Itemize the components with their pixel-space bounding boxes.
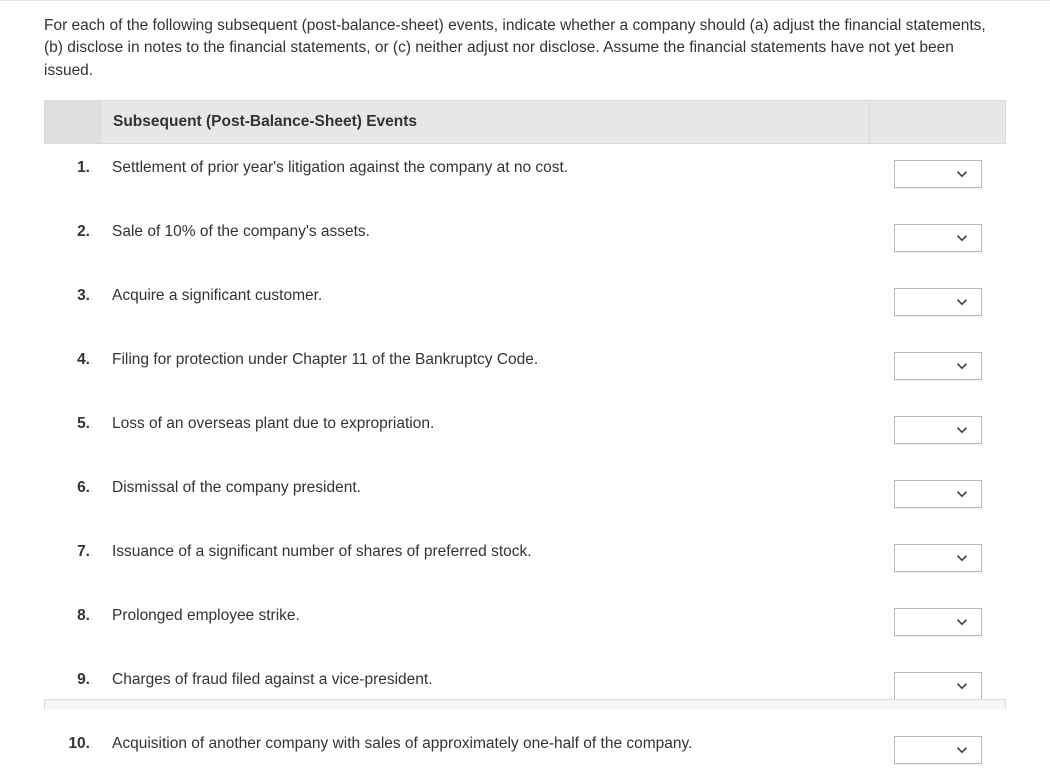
header-answer-spacer bbox=[869, 101, 1005, 143]
table-row: 7. Issuance of a significant number of s… bbox=[44, 528, 1006, 592]
row-control bbox=[870, 284, 1006, 316]
table-row: 5. Loss of an overseas plant due to expr… bbox=[44, 400, 1006, 464]
chevron-down-icon bbox=[953, 293, 971, 311]
header-spacer bbox=[45, 101, 101, 143]
row-text: Filing for protection under Chapter 11 o… bbox=[100, 348, 870, 371]
row-control bbox=[870, 732, 1006, 764]
header-title: Subsequent (Post-Balance-Sheet) Events bbox=[101, 113, 869, 131]
row-text: Acquire a significant customer. bbox=[100, 284, 870, 307]
row-number: 6. bbox=[44, 476, 100, 501]
answer-dropdown-10[interactable] bbox=[894, 736, 982, 764]
table-row: 8. Prolonged employee strike. bbox=[44, 592, 1006, 656]
row-control bbox=[870, 668, 1006, 700]
chevron-down-icon bbox=[953, 357, 971, 375]
answer-dropdown-6[interactable] bbox=[894, 480, 982, 508]
answer-dropdown-4[interactable] bbox=[894, 352, 982, 380]
row-number: 3. bbox=[44, 284, 100, 309]
chevron-down-icon bbox=[953, 229, 971, 247]
table-row: 10. Acquisition of another company with … bbox=[44, 720, 1006, 784]
table-row: 3. Acquire a significant customer. bbox=[44, 272, 1006, 336]
table-header-row: Subsequent (Post-Balance-Sheet) Events bbox=[44, 100, 1006, 144]
table-row: 6. Dismissal of the company president. bbox=[44, 464, 1006, 528]
row-text: Prolonged employee strike. bbox=[100, 604, 870, 627]
answer-dropdown-9[interactable] bbox=[894, 672, 982, 700]
bottom-panel-edge bbox=[44, 699, 1006, 709]
answer-dropdown-3[interactable] bbox=[894, 288, 982, 316]
chevron-down-icon bbox=[953, 421, 971, 439]
row-text: Acquisition of another company with sale… bbox=[100, 732, 870, 755]
row-text: Loss of an overseas plant due to expropr… bbox=[100, 412, 870, 435]
row-number: 4. bbox=[44, 348, 100, 373]
table-row: 4. Filing for protection under Chapter 1… bbox=[44, 336, 1006, 400]
answer-dropdown-5[interactable] bbox=[894, 416, 982, 444]
answer-dropdown-2[interactable] bbox=[894, 224, 982, 252]
chevron-down-icon bbox=[953, 549, 971, 567]
row-control bbox=[870, 156, 1006, 188]
row-number: 7. bbox=[44, 540, 100, 565]
answer-dropdown-1[interactable] bbox=[894, 160, 982, 188]
row-control bbox=[870, 220, 1006, 252]
row-control bbox=[870, 540, 1006, 572]
row-number: 2. bbox=[44, 220, 100, 245]
chevron-down-icon bbox=[953, 677, 971, 695]
row-number: 10. bbox=[44, 732, 100, 757]
table-row: 2. Sale of 10% of the company's assets. bbox=[44, 208, 1006, 272]
row-number: 9. bbox=[44, 668, 100, 693]
row-control bbox=[870, 412, 1006, 444]
row-text: Issuance of a significant number of shar… bbox=[100, 540, 870, 563]
row-control bbox=[870, 604, 1006, 636]
instructions-text: For each of the following subsequent (po… bbox=[0, 1, 1050, 100]
chevron-down-icon bbox=[953, 613, 971, 631]
chevron-down-icon bbox=[953, 741, 971, 759]
chevron-down-icon bbox=[953, 485, 971, 503]
row-text: Charges of fraud filed against a vice-pr… bbox=[100, 668, 870, 691]
row-number: 8. bbox=[44, 604, 100, 629]
page: For each of the following subsequent (po… bbox=[0, 0, 1050, 709]
row-control bbox=[870, 476, 1006, 508]
events-table: Subsequent (Post-Balance-Sheet) Events 1… bbox=[44, 100, 1006, 784]
chevron-down-icon bbox=[953, 165, 971, 183]
row-number: 5. bbox=[44, 412, 100, 437]
row-text: Dismissal of the company president. bbox=[100, 476, 870, 499]
row-control bbox=[870, 348, 1006, 380]
table-row: 1. Settlement of prior year's litigation… bbox=[44, 144, 1006, 208]
answer-dropdown-8[interactable] bbox=[894, 608, 982, 636]
row-text: Settlement of prior year's litigation ag… bbox=[100, 156, 870, 179]
row-number: 1. bbox=[44, 156, 100, 181]
answer-dropdown-7[interactable] bbox=[894, 544, 982, 572]
row-text: Sale of 10% of the company's assets. bbox=[100, 220, 870, 243]
table-row: 9. Charges of fraud filed against a vice… bbox=[44, 656, 1006, 720]
